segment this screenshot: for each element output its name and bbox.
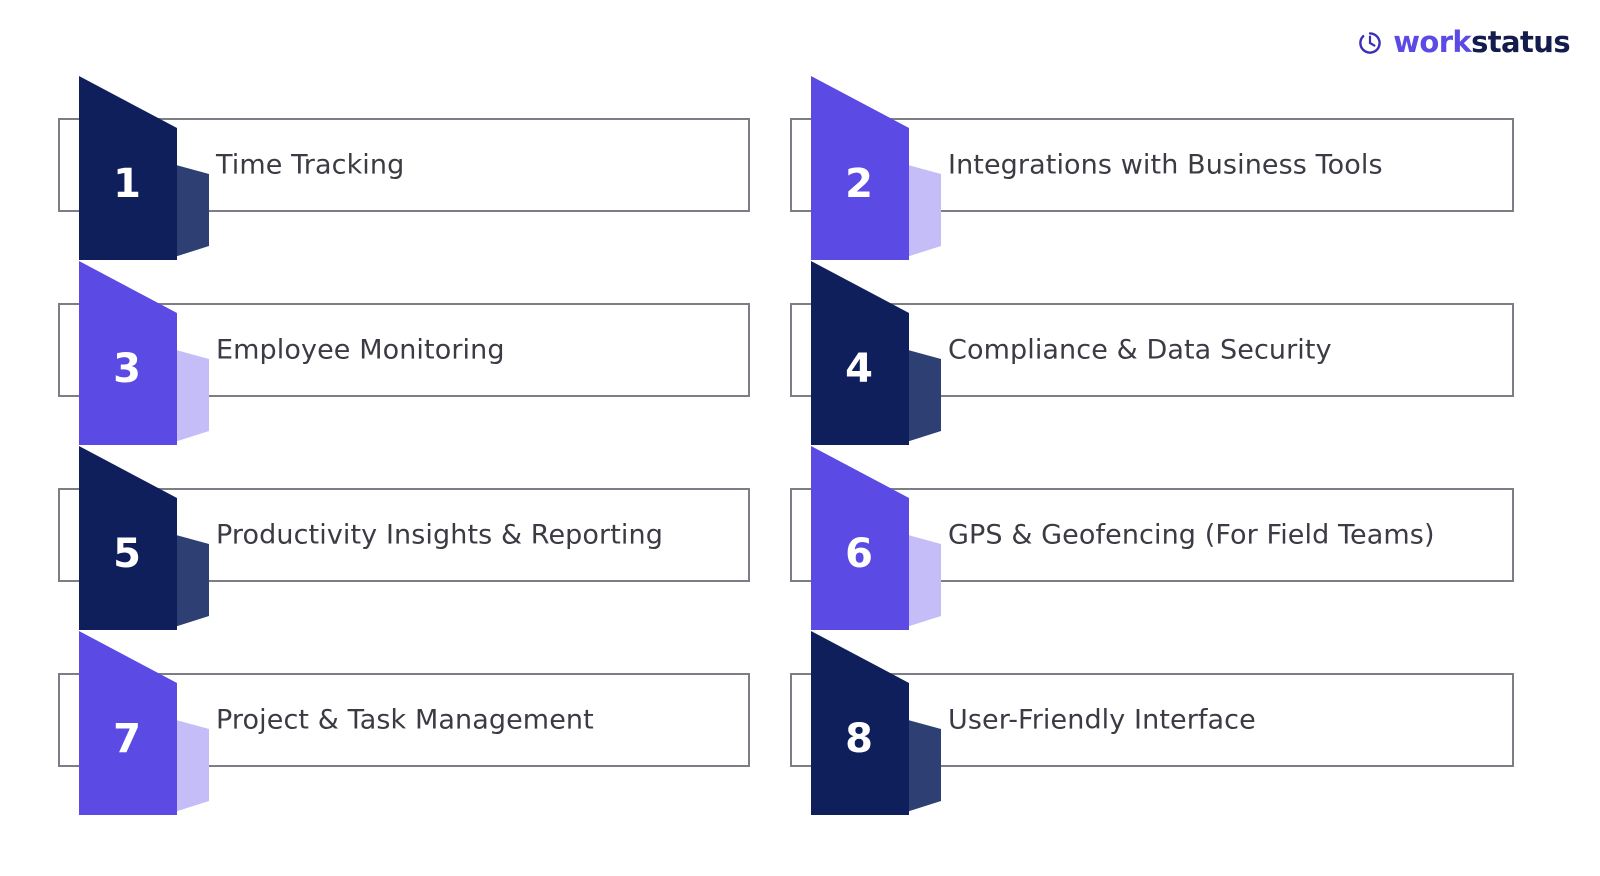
feature-label: Employee Monitoring [216, 334, 505, 366]
feature-label: Time Tracking [216, 149, 405, 181]
logo-word-work: work [1393, 25, 1472, 59]
infographic-board: workstatus 1 Time Tracking 2 Integrations w… [0, 0, 1600, 876]
feature-number-badge: 8 [809, 625, 949, 815]
feature-number-badge: 3 [77, 255, 217, 445]
timer-clock-icon [1357, 30, 1383, 56]
feature-card: 1 Time Tracking [58, 70, 750, 260]
feature-card: 8 User-Friendly Interface [790, 625, 1514, 815]
feature-label: User-Friendly Interface [948, 704, 1256, 736]
feature-number-badge: 4 [809, 255, 949, 445]
feature-label: Productivity Insights & Reporting [216, 519, 663, 551]
feature-label: Compliance & Data Security [948, 334, 1332, 366]
feature-label: GPS & Geofencing (For Field Teams) [948, 519, 1435, 551]
feature-number-badge: 6 [809, 440, 949, 630]
feature-label: Project & Task Management [216, 704, 594, 736]
feature-card: 3 Employee Monitoring [58, 255, 750, 445]
feature-number-badge: 5 [77, 440, 217, 630]
workstatus-logo: workstatus [1357, 28, 1571, 57]
logo-word-status: status [1471, 25, 1570, 59]
feature-number-badge: 1 [77, 70, 217, 260]
feature-card: 5 Productivity Insights & Reporting [58, 440, 750, 630]
feature-number-badge: 2 [809, 70, 949, 260]
feature-card: 7 Project & Task Management [58, 625, 750, 815]
feature-label: Integrations with Business Tools [948, 149, 1383, 181]
feature-number-badge: 7 [77, 625, 217, 815]
feature-card: 4 Compliance & Data Security [790, 255, 1514, 445]
feature-card: 2 Integrations with Business Tools [790, 70, 1514, 260]
feature-card: 6 GPS & Geofencing (For Field Teams) [790, 440, 1514, 630]
logo-wordmark: workstatus [1393, 28, 1570, 57]
